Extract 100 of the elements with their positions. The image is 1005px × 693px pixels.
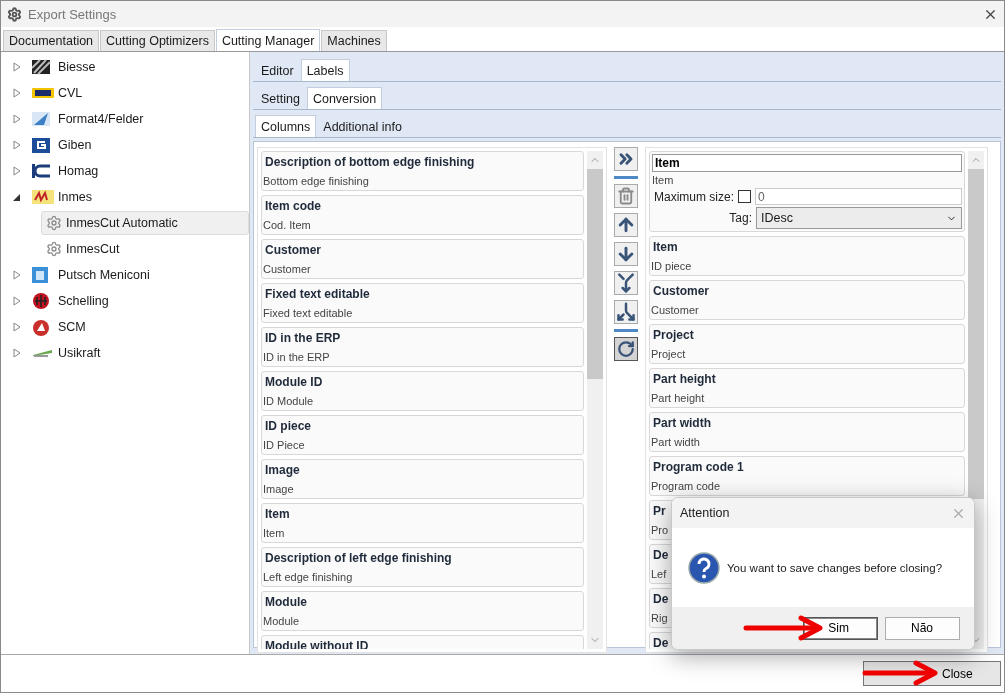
column-caption: ID piece: [651, 260, 692, 272]
column-card[interactable]: Item ID piece: [649, 236, 965, 276]
merge-icon: [616, 273, 636, 293]
tab[interactable]: Columns: [255, 115, 317, 137]
dialog-button[interactable]: Não: [885, 616, 960, 640]
tree-item[interactable]: Putsch Meniconi: [1, 263, 249, 287]
collapsed-triangle-icon[interactable]: [13, 88, 21, 98]
column-caption: Lef: [651, 568, 667, 580]
down-button[interactable]: [614, 242, 638, 266]
column-title: Description of bottom edge finishing: [264, 155, 475, 169]
column-card[interactable]: Fixed text editable Fixed text editable: [261, 283, 584, 323]
collapsed-triangle-icon[interactable]: [13, 114, 21, 124]
scrollbar[interactable]: [587, 151, 603, 649]
column-card[interactable]: Description of bottom edge finishing Bottom edge finishing: [261, 151, 584, 191]
refresh-icon: [617, 340, 635, 358]
column-caption: Module: [263, 615, 300, 627]
tree-label: Biesse: [58, 60, 96, 74]
tree-label: Usikraft: [58, 346, 101, 360]
column-title: Item: [652, 240, 678, 254]
tab[interactable]: Conversion: [306, 87, 383, 109]
merge-button[interactable]: [614, 271, 638, 295]
tab[interactable]: Additional info: [317, 116, 408, 137]
field-label: Tag:: [728, 211, 752, 225]
tree-item[interactable]: Usikraft: [1, 341, 249, 365]
tab[interactable]: Editor: [255, 60, 300, 81]
split-icon: [616, 302, 636, 322]
column-title: Part height: [652, 372, 716, 386]
tab[interactable]: Cutting Optimizers: [100, 30, 215, 51]
column-title: Module: [264, 595, 307, 609]
column-title: De: [652, 548, 669, 562]
collapsed-triangle-icon[interactable]: [13, 348, 21, 358]
column-caption: Project: [651, 348, 686, 360]
logo-icon: [32, 58, 54, 76]
refresh-button[interactable]: [614, 337, 638, 361]
tree-item[interactable]: Giben: [1, 133, 249, 157]
column-card[interactable]: Description of left edge finishing Left edge finishing: [261, 547, 584, 587]
column-card[interactable]: ID piece ID Piece: [261, 415, 584, 455]
tree-item[interactable]: Biesse: [1, 55, 249, 79]
tree-label: Inmes: [58, 190, 93, 204]
column-title: ID piece: [264, 419, 312, 433]
column-caption: Image: [263, 483, 294, 495]
column-title: Item: [264, 507, 290, 521]
tree-item[interactable]: InmesCut: [41, 237, 249, 261]
column-card[interactable]: Program code 1 Program code: [649, 456, 965, 496]
collapsed-triangle-icon[interactable]: [13, 296, 21, 306]
scroll-thumb[interactable]: [587, 169, 603, 379]
tree-item[interactable]: Format4/Felder: [1, 107, 249, 131]
tree-item[interactable]: Inmes: [1, 185, 249, 209]
collapsed-triangle-icon[interactable]: [13, 62, 21, 72]
scroll-thumb[interactable]: [968, 169, 984, 499]
column-caption: Part height: [651, 392, 705, 404]
collapsed-triangle-icon[interactable]: [13, 270, 21, 280]
up-button[interactable]: [614, 213, 638, 237]
tab[interactable]: Labels: [300, 59, 350, 81]
column-card[interactable]: ID in the ERP ID in the ERP: [261, 327, 584, 367]
tree-item[interactable]: InmesCut Automatic: [41, 211, 249, 235]
tree-label: Putsch Meniconi: [58, 268, 150, 282]
column-card[interactable]: Image Image: [261, 459, 584, 499]
field-label: Maximum size:: [653, 189, 734, 204]
tab[interactable]: Setting: [255, 88, 306, 109]
tree-item[interactable]: SCM: [1, 315, 249, 339]
column-title: Item code: [264, 199, 321, 213]
tree-label: Schelling: [58, 294, 109, 308]
column-caption: Part width: [651, 436, 700, 448]
column-title: Program code 1: [652, 460, 744, 474]
column-name-field[interactable]: Item: [652, 154, 962, 172]
tab[interactable]: Documentation: [3, 30, 100, 51]
column-card[interactable]: Part height Part height: [649, 368, 965, 408]
tab[interactable]: Cutting Manager: [215, 29, 321, 51]
collapsed-triangle-icon[interactable]: [13, 140, 21, 150]
column-card[interactable]: Item Item: [261, 503, 584, 543]
split-button[interactable]: [614, 300, 638, 324]
tree-item[interactable]: Schelling: [1, 289, 249, 313]
tree-item[interactable]: Homag: [1, 159, 249, 183]
max-size-field[interactable]: 0: [755, 188, 962, 205]
tag-dropdown[interactable]: IDesc: [756, 207, 962, 229]
checkbox[interactable]: [738, 190, 751, 203]
column-title: De: [652, 592, 669, 606]
column-caption: Customer: [651, 304, 699, 316]
tree-item[interactable]: CVL: [1, 81, 249, 105]
gear-icon: [7, 6, 22, 22]
column-caption: Rig: [651, 612, 668, 624]
column-card[interactable]: Module Module: [261, 591, 584, 631]
gear-icon: [46, 241, 62, 257]
column-card[interactable]: Customer Customer: [261, 239, 584, 279]
add-all-button[interactable]: [614, 147, 638, 171]
tree-label: Homag: [58, 164, 99, 178]
column-card[interactable]: Project Project: [649, 324, 965, 364]
column-caption: Item: [263, 527, 285, 539]
column-card[interactable]: Part width Part width: [649, 412, 965, 452]
collapsed-triangle-icon[interactable]: [13, 322, 21, 332]
column-title: Fixed text editable: [264, 287, 370, 301]
column-caption: ID in the ERP: [263, 351, 330, 363]
expanded-triangle-icon[interactable]: [13, 192, 21, 202]
column-card[interactable]: Item code Cod. Item: [261, 195, 584, 235]
tree-label: Giben: [58, 138, 92, 152]
column-card[interactable]: Customer Customer: [649, 280, 965, 320]
collapsed-triangle-icon[interactable]: [13, 166, 21, 176]
tab[interactable]: Machines: [321, 30, 387, 51]
column-card[interactable]: Module ID ID Module: [261, 371, 584, 411]
